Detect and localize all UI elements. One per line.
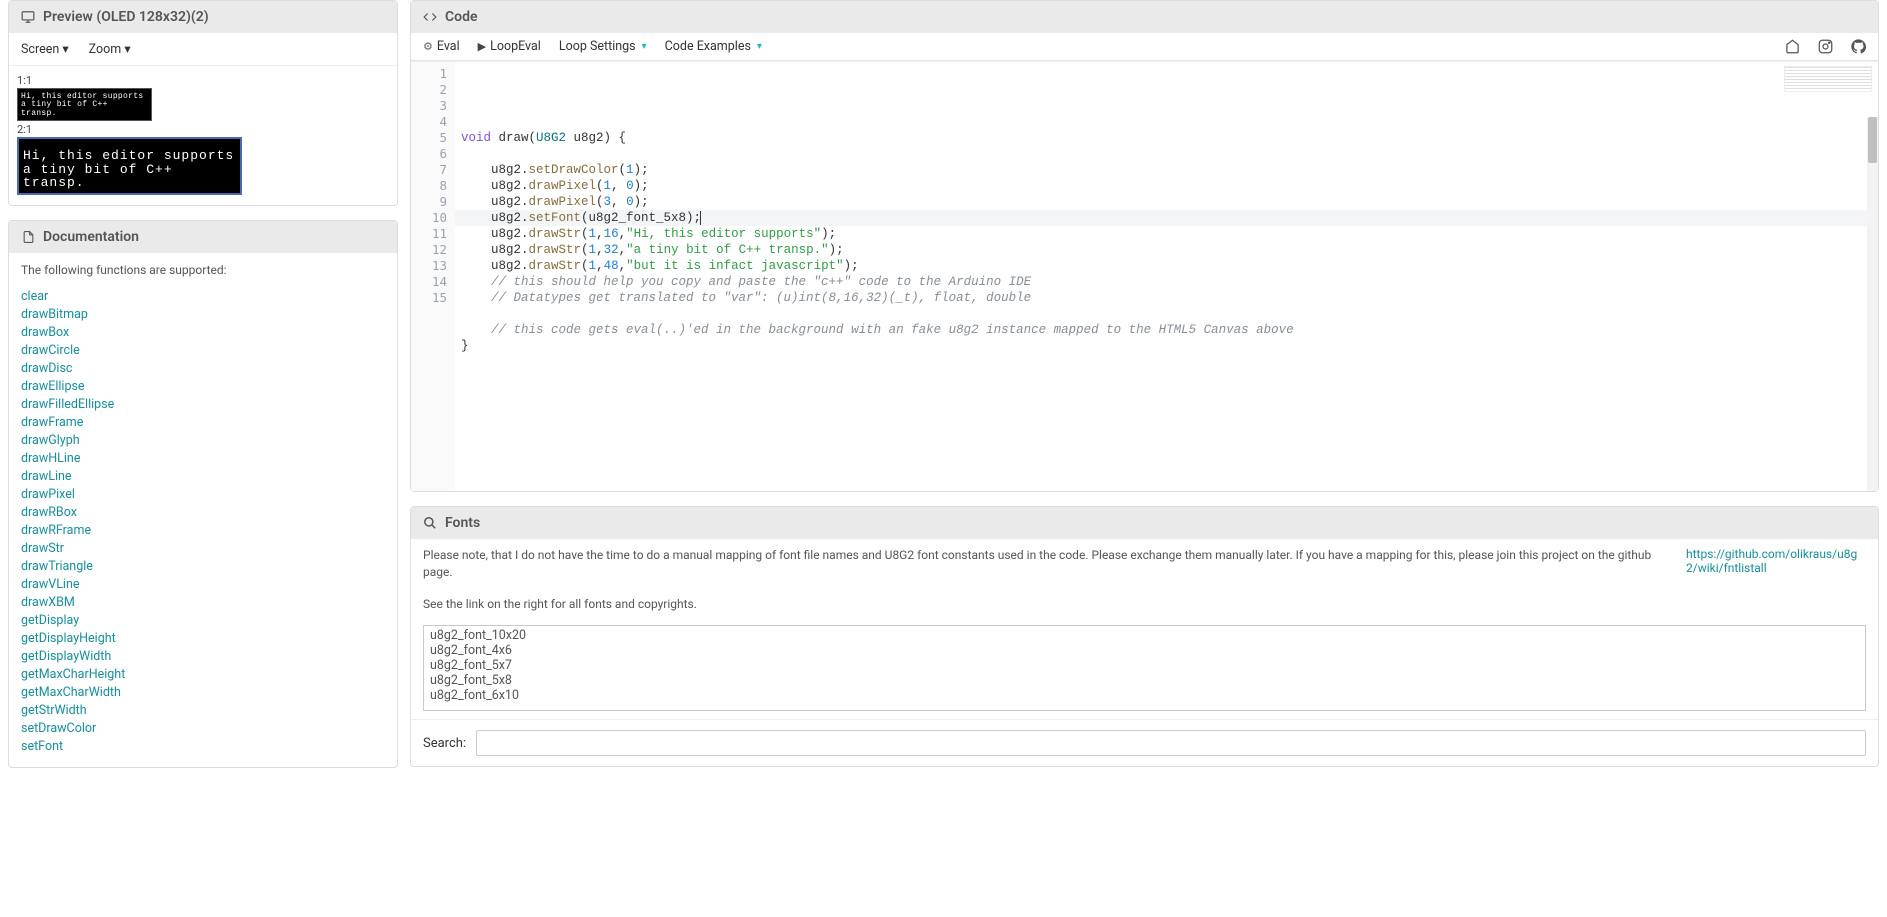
monitor-icon — [21, 10, 35, 24]
documentation-list: clear drawBitmap drawBox drawCircle drawDisc… — [9, 283, 397, 767]
instagram-icon[interactable] — [1818, 39, 1833, 54]
chevron-down-icon: ▾ — [62, 42, 68, 57]
fonts-title: Fonts — [445, 515, 480, 531]
screen-dropdown[interactable]: Screen ▾ — [21, 41, 69, 57]
preview-header: Preview (OLED 128x32)(2) — [9, 1, 397, 33]
home-icon[interactable] — [1785, 39, 1800, 54]
font-option[interactable]: u8g2_font_10x20 — [430, 628, 1859, 643]
doc-link-getStrWidth[interactable]: getStrWidth — [21, 703, 87, 718]
search-icon — [423, 516, 437, 530]
chevron-down-icon: ▾ — [642, 41, 647, 52]
code-area[interactable]: void draw(U8G2 u8g2) { u8g2.setDrawColor… — [455, 62, 1878, 491]
search-label: Search: — [423, 736, 466, 751]
preview-panel: Preview (OLED 128x32)(2) Screen ▾ Zoom ▾… — [8, 0, 398, 206]
doc-link-drawEllipse[interactable]: drawEllipse — [21, 379, 85, 394]
doc-link-drawBox[interactable]: drawBox — [21, 325, 69, 340]
code-line: // this should help you copy and paste t… — [461, 274, 1872, 290]
font-option[interactable]: u8g2_font_4x6 — [430, 643, 1859, 658]
minimap[interactable] — [1784, 66, 1872, 92]
code-line: u8g2.setFont(u8g2_font_5x8);​ — [455, 210, 1878, 226]
doc-link-drawDisc[interactable]: drawDisc — [21, 361, 72, 376]
chevron-down-icon: ▾ — [124, 42, 130, 57]
oled-preview-2x: Hi, this editor supports a tiny bit of C… — [17, 137, 242, 195]
code-panel: Code ⚙ Eval ▶ LoopEval Loop Settings ▾ C… — [410, 0, 1879, 492]
code-icon — [423, 10, 437, 24]
documentation-note: The following functions are supported: — [9, 253, 397, 283]
font-listbox[interactable]: u8g2_font_10x20u8g2_font_4x6u8g2_font_5x… — [423, 625, 1866, 711]
doc-link-drawVLine[interactable]: drawVLine — [21, 577, 80, 592]
code-line: // this code gets eval(..)'ed in the bac… — [461, 322, 1872, 338]
file-icon — [21, 230, 35, 244]
oled-preview-1x: Hi, this editor supports a tiny bit of C… — [17, 88, 152, 121]
font-option[interactable]: u8g2_font_6x10 — [430, 688, 1859, 703]
editor-scrollbar[interactable] — [1867, 117, 1878, 491]
doc-link-getMaxCharHeight[interactable]: getMaxCharHeight — [21, 667, 125, 682]
doc-link-getDisplay[interactable]: getDisplay — [21, 613, 79, 628]
code-toolbar: ⚙ Eval ▶ LoopEval Loop Settings ▾ Code E… — [411, 33, 1878, 61]
doc-link-drawHLine[interactable]: drawHLine — [21, 451, 80, 466]
chevron-down-icon: ▾ — [757, 41, 762, 52]
doc-link-drawStr[interactable]: drawStr — [21, 541, 64, 556]
code-examples-dropdown[interactable]: Code Examples ▾ — [665, 39, 762, 54]
font-option[interactable]: u8g2_font_5x7 — [430, 658, 1859, 673]
doc-link-drawRBox[interactable]: drawRBox — [21, 505, 77, 520]
doc-link-setDrawColor[interactable]: setDrawColor — [21, 721, 96, 736]
code-line: u8g2.drawStr(1,48,"but it is infact java… — [461, 258, 1872, 274]
doc-link-drawRFrame[interactable]: drawRFrame — [21, 523, 91, 538]
doc-link-clear[interactable]: clear — [21, 289, 48, 304]
doc-link-drawFrame[interactable]: drawFrame — [21, 415, 83, 430]
eval-button[interactable]: ⚙ Eval — [423, 39, 460, 54]
line-gutter: 123456789101112131415 — [411, 62, 455, 491]
code-line — [461, 114, 1872, 130]
code-line — [461, 146, 1872, 162]
doc-link-drawFilledEllipse[interactable]: drawFilledEllipse — [21, 397, 114, 412]
code-editor[interactable]: 123456789101112131415 void draw(U8G2 u8g… — [411, 61, 1878, 491]
fonts-header: Fonts — [411, 507, 1878, 539]
doc-link-getDisplayWidth[interactable]: getDisplayWidth — [21, 649, 111, 664]
code-header: Code — [411, 1, 1878, 33]
documentation-header: Documentation — [9, 221, 397, 253]
fonts-note-1: Please note, that I do not have the time… — [423, 547, 1666, 582]
loop-settings-dropdown[interactable]: Loop Settings ▾ — [559, 39, 647, 54]
play-icon: ▶ — [478, 40, 486, 53]
code-line — [461, 306, 1872, 322]
code-line: void draw(U8G2 u8g2) { — [461, 130, 1872, 146]
scale-2-label: 2:1 — [17, 123, 389, 136]
doc-link-drawPixel[interactable]: drawPixel — [21, 487, 75, 502]
doc-link-drawTriangle[interactable]: drawTriangle — [21, 559, 93, 574]
font-search-input[interactable] — [476, 730, 1866, 756]
code-line: // Datatypes get translated to "var": (u… — [461, 290, 1872, 306]
code-line: u8g2.setDrawColor(1); — [461, 162, 1872, 178]
doc-link-drawXBM[interactable]: drawXBM — [21, 595, 75, 610]
github-icon[interactable] — [1851, 39, 1866, 54]
documentation-title: Documentation — [43, 229, 139, 245]
fonts-wiki-link[interactable]: https://github.com/olikraus/u8g2/wiki/fn… — [1686, 547, 1857, 575]
fonts-note-2: See the link on the right for all fonts … — [423, 596, 1666, 613]
code-line: u8g2.drawStr(1,32,"a tiny bit of C++ tra… — [461, 242, 1872, 258]
documentation-panel: Documentation The following functions ar… — [8, 220, 398, 768]
preview-title: Preview (OLED 128x32)(2) — [43, 9, 209, 25]
doc-link-getMaxCharWidth[interactable]: getMaxCharWidth — [21, 685, 121, 700]
font-option[interactable]: u8g2_font_5x8 — [430, 673, 1859, 688]
fonts-panel: Fonts Please note, that I do not have th… — [410, 506, 1879, 767]
code-line: u8g2.drawPixel(3, 0); — [461, 194, 1872, 210]
gears-icon: ⚙ — [423, 40, 433, 53]
doc-link-drawCircle[interactable]: drawCircle — [21, 343, 80, 358]
doc-link-setFont[interactable]: setFont — [21, 739, 63, 754]
code-title: Code — [445, 9, 478, 25]
code-line: u8g2.drawPixel(1, 0); — [461, 178, 1872, 194]
doc-link-getDisplayHeight[interactable]: getDisplayHeight — [21, 631, 116, 646]
code-line: } — [461, 338, 1872, 354]
zoom-dropdown[interactable]: Zoom ▾ — [89, 41, 131, 57]
scale-1-label: 1:1 — [17, 74, 389, 87]
loopeval-button[interactable]: ▶ LoopEval — [478, 39, 541, 54]
doc-link-drawGlyph[interactable]: drawGlyph — [21, 433, 80, 448]
doc-link-drawLine[interactable]: drawLine — [21, 469, 72, 484]
doc-link-drawBitmap[interactable]: drawBitmap — [21, 307, 88, 322]
code-line: u8g2.drawStr(1,16,"Hi, this editor suppo… — [461, 226, 1872, 242]
